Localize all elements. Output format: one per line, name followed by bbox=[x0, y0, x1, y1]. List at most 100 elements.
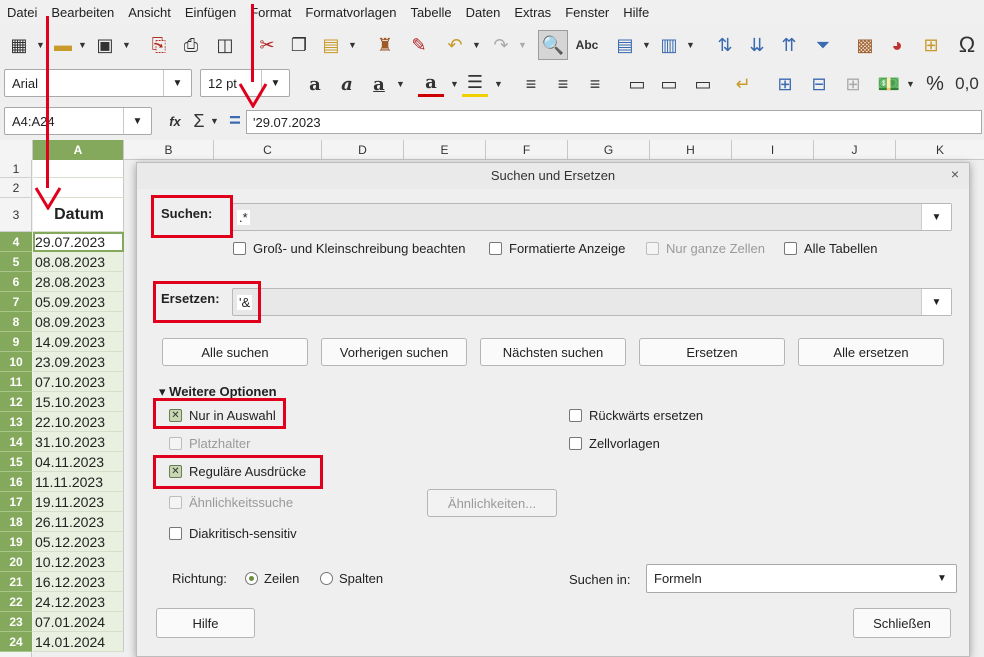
menu-formatvorlagen[interactable]: Formatvorlagen bbox=[298, 5, 403, 20]
date-cell[interactable]: 05.09.2023 bbox=[33, 292, 124, 312]
chevron-down-icon[interactable]: ▼ bbox=[494, 79, 503, 89]
date-cell[interactable]: 26.11.2023 bbox=[33, 512, 124, 532]
underline-icon[interactable]: a bbox=[366, 71, 392, 97]
merge-center-icon[interactable]: ⊟ bbox=[806, 71, 832, 97]
menu-einfuegen[interactable]: Einfügen bbox=[178, 5, 243, 20]
menu-datei[interactable]: Datei bbox=[0, 5, 44, 20]
date-cell[interactable]: 16.12.2023 bbox=[33, 572, 124, 592]
autofilter-icon[interactable]: ⏷ bbox=[810, 32, 836, 58]
search-field[interactable]: .* ▼ bbox=[232, 203, 952, 231]
date-cell[interactable]: 07.10.2023 bbox=[33, 372, 124, 392]
align-right-icon[interactable]: ≡ bbox=[582, 71, 608, 97]
replace-field[interactable]: '& ▼ bbox=[232, 288, 952, 316]
chevron-down-icon[interactable]: ▼ bbox=[450, 79, 459, 89]
chevron-down-icon[interactable]: ▼ bbox=[348, 40, 357, 50]
chevron-down-icon[interactable]: ▼ bbox=[472, 40, 481, 50]
column-header-h[interactable]: H bbox=[650, 140, 732, 160]
column-header-d[interactable]: D bbox=[322, 140, 404, 160]
clear-formatting-icon[interactable]: ✎ bbox=[406, 32, 432, 58]
wrap-text-icon[interactable]: ↵ bbox=[730, 71, 756, 97]
chevron-down-icon[interactable]: ▼ bbox=[642, 40, 651, 50]
chevron-down-icon[interactable]: ▼ bbox=[122, 40, 131, 50]
highlight-color-icon[interactable]: ☰ bbox=[462, 71, 488, 97]
sort-descending-icon[interactable]: ⇊ bbox=[744, 32, 770, 58]
find-all-button[interactable]: Alle suchen bbox=[162, 338, 308, 366]
font-color-icon[interactable]: a bbox=[418, 71, 444, 97]
print-icon[interactable]: ⎙ bbox=[178, 32, 204, 58]
column-header-c[interactable]: C bbox=[214, 140, 322, 160]
font-name-combo[interactable]: Arial ▼ bbox=[4, 69, 192, 97]
similarity-checkbox[interactable]: Ähnlichkeitssuche bbox=[169, 495, 293, 510]
similarities-button[interactable]: Ähnlichkeiten... bbox=[427, 489, 557, 517]
row-icon[interactable]: ▤ bbox=[612, 32, 638, 58]
close-button[interactable]: Schließen bbox=[853, 608, 951, 638]
date-cell[interactable]: 07.01.2024 bbox=[33, 612, 124, 632]
merge-cells-icon[interactable]: ⊞ bbox=[772, 71, 798, 97]
chevron-down-icon[interactable]: ▼ bbox=[906, 79, 915, 89]
chevron-down-icon[interactable]: ▼ bbox=[686, 40, 695, 50]
column-header-g[interactable]: G bbox=[568, 140, 650, 160]
chevron-down-icon[interactable]: ▼ bbox=[36, 40, 45, 50]
redo-icon[interactable]: ↷ bbox=[488, 32, 514, 58]
column-header-b[interactable]: B bbox=[124, 140, 214, 160]
sort-ascending-icon[interactable]: ⇈ bbox=[776, 32, 802, 58]
formatted-display-checkbox[interactable]: Formatierte Anzeige bbox=[489, 241, 625, 256]
cut-icon[interactable]: ✂ bbox=[254, 32, 280, 58]
copy-icon[interactable]: ❐ bbox=[286, 32, 312, 58]
date-cell[interactable]: 04.11.2023 bbox=[33, 452, 124, 472]
menu-daten[interactable]: Daten bbox=[459, 5, 508, 20]
align-top-icon[interactable]: ▭ bbox=[624, 71, 650, 97]
direction-columns-radio[interactable]: Spalten bbox=[320, 571, 383, 586]
corner-select-all[interactable] bbox=[0, 140, 33, 160]
save-icon[interactable]: ▣ bbox=[92, 32, 118, 58]
close-icon[interactable]: × bbox=[951, 166, 959, 182]
chevron-down-icon[interactable]: ▼ bbox=[123, 108, 151, 134]
match-case-checkbox[interactable]: Groß- und Kleinschreibung beachten bbox=[233, 241, 465, 256]
chevron-down-icon[interactable]: ▼ bbox=[518, 40, 527, 50]
align-bottom-icon[interactable]: ▭ bbox=[690, 71, 716, 97]
date-cell[interactable]: 22.10.2023 bbox=[33, 412, 124, 432]
chevron-down-icon[interactable]: ▼ bbox=[78, 40, 87, 50]
date-cell[interactable]: 15.10.2023 bbox=[33, 392, 124, 412]
column-header-k[interactable]: K bbox=[896, 140, 984, 160]
clone-formatting-icon[interactable]: ♜ bbox=[372, 32, 398, 58]
wildcards-checkbox[interactable]: Platzhalter bbox=[169, 436, 250, 451]
find-next-button[interactable]: Nächsten suchen bbox=[480, 338, 626, 366]
date-cell[interactable]: 08.08.2023 bbox=[33, 252, 124, 272]
paste-icon[interactable]: ▤ bbox=[318, 32, 344, 58]
align-left-icon[interactable]: ≡ bbox=[518, 71, 544, 97]
date-cell[interactable]: 14.09.2023 bbox=[33, 332, 124, 352]
column-header-e[interactable]: E bbox=[404, 140, 486, 160]
undo-icon[interactable]: ↶ bbox=[442, 32, 468, 58]
help-button[interactable]: Hilfe bbox=[156, 608, 255, 638]
date-cell[interactable]: 19.11.2023 bbox=[33, 492, 124, 512]
new-spreadsheet-icon[interactable]: ▦ bbox=[6, 32, 32, 58]
currency-icon[interactable]: 💵 bbox=[876, 71, 902, 97]
insert-image-icon[interactable]: ▩ bbox=[852, 32, 878, 58]
menu-extras[interactable]: Extras bbox=[507, 5, 558, 20]
date-cell[interactable]: 23.09.2023 bbox=[33, 352, 124, 372]
unmerge-cells-icon[interactable]: ⊞ bbox=[840, 71, 866, 97]
menu-tabelle[interactable]: Tabelle bbox=[403, 5, 458, 20]
find-previous-button[interactable]: Vorherigen suchen bbox=[321, 338, 467, 366]
formula-equals-icon[interactable]: = bbox=[222, 108, 248, 134]
function-wizard-icon[interactable]: fx bbox=[162, 108, 188, 134]
chevron-down-icon[interactable]: ▼ bbox=[210, 116, 219, 126]
menu-ansicht[interactable]: Ansicht bbox=[121, 5, 178, 20]
date-cell[interactable]: 11.11.2023 bbox=[33, 472, 124, 492]
diacritics-checkbox[interactable]: Diakritisch-sensitiv bbox=[169, 526, 297, 541]
chevron-down-icon[interactable]: ▼ bbox=[928, 565, 956, 591]
pivot-table-icon[interactable]: ⊞ bbox=[918, 32, 944, 58]
replace-all-button[interactable]: Alle ersetzen bbox=[798, 338, 944, 366]
chevron-down-icon[interactable]: ▼ bbox=[921, 289, 951, 315]
search-in-select[interactable]: Formeln ▼ bbox=[646, 564, 957, 593]
find-replace-icon[interactable]: 🔍 bbox=[538, 30, 568, 60]
replace-button[interactable]: Ersetzen bbox=[639, 338, 785, 366]
formula-input[interactable]: '29.07.2023 bbox=[246, 110, 982, 134]
special-character-icon[interactable]: Ω bbox=[954, 32, 980, 58]
bold-icon[interactable]: a bbox=[302, 71, 328, 97]
date-cell[interactable]: 24.12.2023 bbox=[33, 592, 124, 612]
column-icon[interactable]: ▥ bbox=[656, 32, 682, 58]
print-preview-icon[interactable]: ◫ bbox=[212, 32, 238, 58]
name-box[interactable]: A4:A24 ▼ bbox=[4, 107, 152, 135]
